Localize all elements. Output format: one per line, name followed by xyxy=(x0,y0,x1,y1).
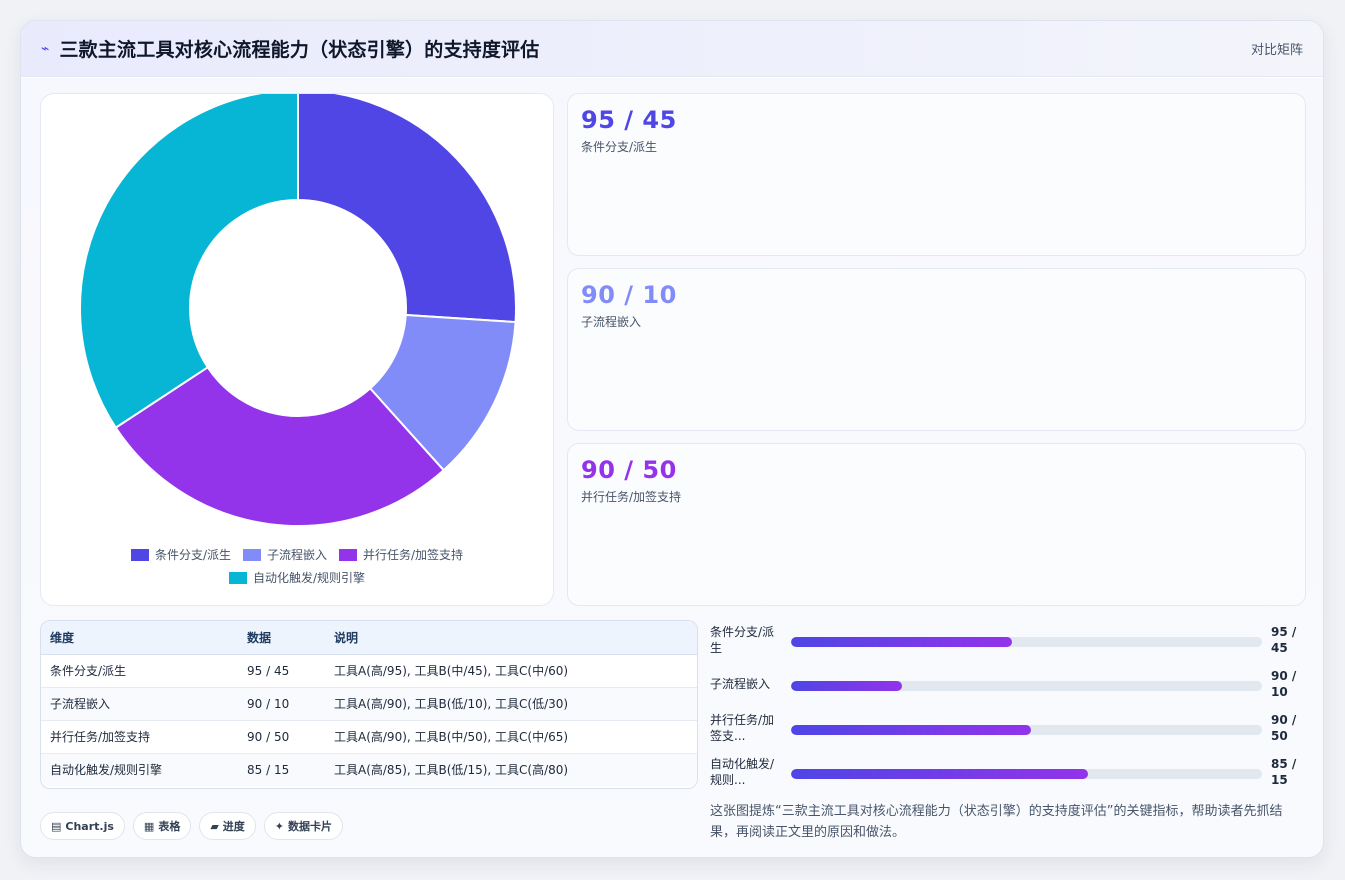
table-cell: 工具A(高/85), 工具B(低/15), 工具C(高/80) xyxy=(334,763,569,778)
progress-track xyxy=(791,637,1262,647)
tag-table[interactable]: ▦ 表格 xyxy=(132,812,192,840)
compare-matrix-link[interactable]: 对比矩阵 xyxy=(1251,39,1303,58)
table-cell: 90 / 10 xyxy=(238,687,325,721)
table-cell: 工具A(高/90), 工具B(低/10), 工具C(低/30) xyxy=(325,687,697,721)
progress-row: 子流程嵌入 90 / 10 xyxy=(710,668,1310,712)
legend-swatch xyxy=(339,548,357,561)
stat-label: 子流程嵌入 xyxy=(581,315,642,329)
progress-row: 自动化触发/规则... 85 / 15 xyxy=(710,756,1310,800)
tag-chartjs[interactable]: ▤ Chart.js xyxy=(40,812,125,840)
table-row: 子流程嵌入 90 / 10 工具A(高/90), 工具B(低/10), 工具C(… xyxy=(41,687,697,721)
legend-swatch xyxy=(130,548,149,561)
tag-label: 进度 xyxy=(222,820,245,833)
lightning-icon: ⌁ xyxy=(41,40,50,57)
donut-chart xyxy=(79,94,517,527)
legend-item[interactable]: 自动化触发/规则引擎 xyxy=(228,569,366,586)
chart-caption: 这张图提炼“三款主流工具对核心流程能力（状态引擎）的支持度评估”的关键指标，帮助… xyxy=(710,804,1283,840)
column-header: 说明 xyxy=(325,621,697,655)
table-cell: 条件分支/派生 xyxy=(41,654,238,688)
legend-item[interactable]: 并行任务/加签支持 xyxy=(339,546,463,563)
table-cell: 并行任务/加签支持 xyxy=(41,720,238,754)
table-cell: 工具A(高/95), 工具B(中/45), 工具C(中/60) xyxy=(325,654,697,688)
progress-fill xyxy=(791,637,1013,647)
progress-bars: 条件分支/派生 95 / 45 子流程嵌入 90 / 10 并行任务/加签支..… xyxy=(710,624,1310,800)
table-row: 并行任务/加签支持 90 / 50 工具A(高/90), 工具B(中/50), … xyxy=(41,720,697,754)
progress-row: 条件分支/派生 95 / 45 xyxy=(710,624,1310,668)
progress-value: 90 / 50 xyxy=(1271,713,1297,743)
progress-label: 自动化触发/规则... xyxy=(710,757,775,787)
progress-track xyxy=(791,681,1262,691)
progress-value: 95 / 45 xyxy=(1271,625,1297,655)
table-icon: ▦ xyxy=(143,819,155,833)
sparkle-icon: ✦ xyxy=(274,819,285,833)
tag-label: 数据卡片 xyxy=(288,820,333,833)
table-row: 自动化触发/规则引擎 85 / 15 工具A(高/85), 工具B(低/15),… xyxy=(41,753,697,786)
chart-icon: ▤ xyxy=(51,819,62,833)
stat-label: 条件分支/派生 xyxy=(581,140,658,154)
progress-value: 85 / 15 xyxy=(1271,757,1297,787)
legend-item[interactable]: 子流程嵌入 xyxy=(242,546,327,563)
legend-label: 并行任务/加签支持 xyxy=(363,548,464,562)
stat-card-3: 90 / 50 并行任务/加签支持 xyxy=(567,443,1306,606)
stat-value: 90 / 50 xyxy=(581,456,677,484)
donut-slice[interactable] xyxy=(297,94,517,324)
table-cell: 85 / 15 xyxy=(247,762,290,777)
stat-value: 95 / 45 xyxy=(581,106,677,134)
page-title: 三款主流工具对核心流程能力（状态引擎）的支持度评估 xyxy=(59,39,540,61)
content-area: 条件分支/派生 子流程嵌入 并行任务/加签支持 自动化触发/规则引擎 95 / 45 … xyxy=(21,78,1323,857)
table-cell: 自动化触发/规则引擎 xyxy=(50,763,163,778)
progress-value: 90 / 10 xyxy=(1271,669,1297,699)
donut-slice[interactable] xyxy=(79,94,299,430)
progress-label: 子流程嵌入 xyxy=(710,677,771,691)
legend-swatch xyxy=(242,548,261,561)
table-cell: 95 / 45 xyxy=(238,654,325,688)
legend-label: 子流程嵌入 xyxy=(266,548,327,562)
column-header: 数据 xyxy=(238,621,325,655)
stat-card-2: 90 / 10 子流程嵌入 xyxy=(567,268,1306,431)
report-card: ⌁ 三款主流工具对核心流程能力（状态引擎）的支持度评估 对比矩阵 条件分支/派生… xyxy=(20,20,1324,858)
card-header: ⌁ 三款主流工具对核心流程能力（状态引擎）的支持度评估 对比矩阵 xyxy=(21,21,1323,77)
progress-icon: ▰ xyxy=(210,819,219,833)
table-cell: 子流程嵌入 xyxy=(41,687,238,721)
legend-item[interactable]: 条件分支/派生 xyxy=(130,546,231,563)
progress-track xyxy=(791,725,1262,735)
progress-fill xyxy=(791,725,1032,735)
table-row: 条件分支/派生 95 / 45 工具A(高/95), 工具B(中/45), 工具… xyxy=(41,654,697,688)
legend-label: 自动化触发/规则引擎 xyxy=(252,571,366,585)
stat-label: 并行任务/加签支持 xyxy=(581,490,682,504)
donut-chart-panel: 条件分支/派生 子流程嵌入 并行任务/加签支持自动化触发/规则引擎 xyxy=(40,93,554,606)
table-cell: 工具A(高/90), 工具B(中/50), 工具C(中/65) xyxy=(325,720,697,754)
table-header-row: 维度 数据 说明 xyxy=(41,621,697,655)
stat-value: 90 / 10 xyxy=(581,281,677,309)
tag-progress[interactable]: ▰ 进度 xyxy=(199,812,256,840)
progress-fill xyxy=(791,769,1088,779)
legend-swatch xyxy=(228,571,247,584)
tag-list: ▤ Chart.js ▦ 表格 ▰ 进度 ✦ 数据卡片 xyxy=(40,812,344,840)
progress-track xyxy=(791,769,1262,779)
tag-label: Chart.js xyxy=(65,819,114,833)
column-header: 维度 xyxy=(41,621,238,655)
legend-label: 条件分支/派生 xyxy=(154,548,231,562)
progress-row: 并行任务/加签支... 90 / 50 xyxy=(710,712,1310,756)
title-wrap: ⌁ 三款主流工具对核心流程能力（状态引擎）的支持度评估 xyxy=(41,35,539,62)
data-table: 维度 数据 说明 条件分支/派生 95 / 45 工具A(高/95), 工具B(… xyxy=(40,620,698,789)
tag-label: 表格 xyxy=(158,820,181,833)
chart-legend: 条件分支/派生 子流程嵌入 并行任务/加签支持自动化触发/规则引擎 xyxy=(41,546,553,586)
progress-label: 并行任务/加签支... xyxy=(710,713,775,743)
stat-card-1: 95 / 45 条件分支/派生 xyxy=(567,93,1306,256)
tag-data-cards[interactable]: ✦ 数据卡片 xyxy=(263,812,344,840)
table-cell: 90 / 50 xyxy=(238,720,325,754)
progress-label: 条件分支/派生 xyxy=(710,625,775,655)
progress-fill xyxy=(791,681,902,691)
